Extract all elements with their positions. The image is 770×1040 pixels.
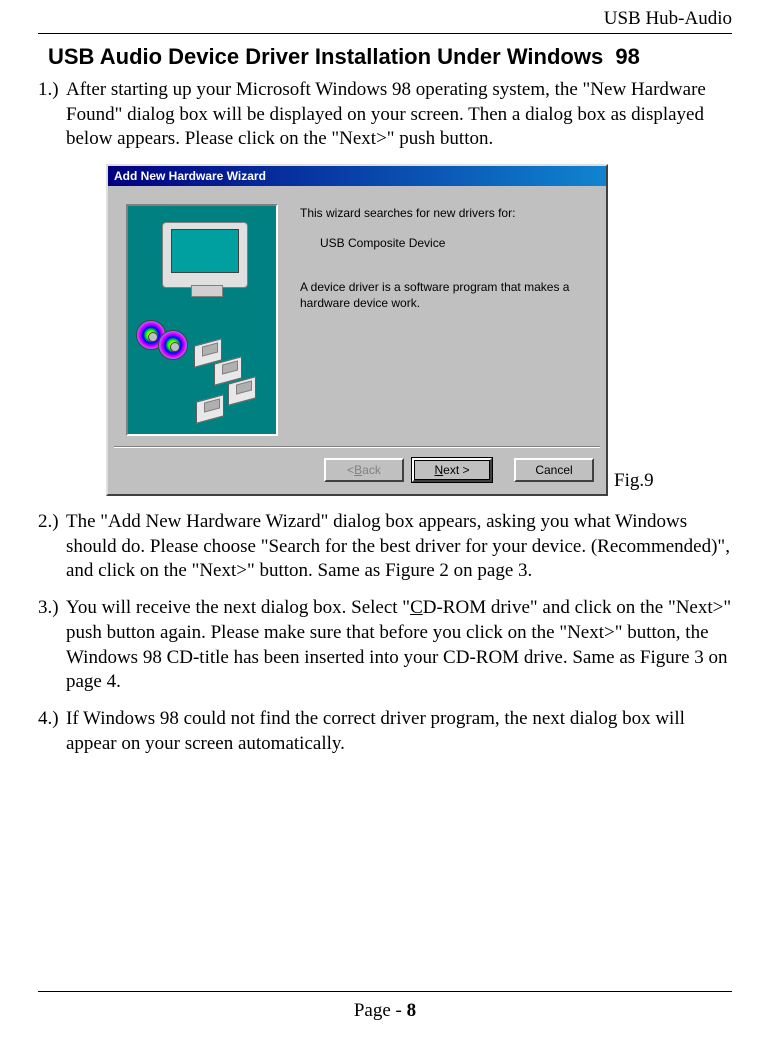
step-3-text: You will receive the next dialog box. Se… <box>66 596 732 695</box>
step-1-number: 1.) <box>38 78 66 152</box>
step-4-number: 4.) <box>38 707 66 756</box>
step-3: 3.) You will receive the next dialog box… <box>38 596 732 695</box>
wizard-graphic <box>126 204 278 436</box>
step-2-text: The "Add New Hardware Wizard" dialog box… <box>66 510 732 584</box>
floppy-icon <box>196 394 224 424</box>
step-3-number: 3.) <box>38 596 66 695</box>
figure-9: Add New Hardware Wizard This wizard sear… <box>106 164 732 496</box>
cd-icon <box>158 330 188 360</box>
step-2: 2.) The "Add New Hardware Wizard" dialog… <box>38 510 732 584</box>
header-rule <box>38 33 732 34</box>
step-2-number: 2.) <box>38 510 66 584</box>
footer-rule <box>38 991 732 992</box>
step-4-text: If Windows 98 could not find the correct… <box>66 707 732 756</box>
wizard-body: This wizard searches for new drivers for… <box>108 186 606 446</box>
monitor-icon <box>162 222 248 288</box>
cancel-button[interactable]: Cancel <box>514 458 594 482</box>
figure-label: Fig.9 <box>614 470 654 496</box>
step-1-text: After starting up your Microsoft Windows… <box>66 78 732 152</box>
wizard-line2: A device driver is a software program th… <box>300 280 588 311</box>
step-1: 1.) After starting up your Microsoft Win… <box>38 78 732 152</box>
page-footer: Page - 8 <box>0 1000 770 1022</box>
back-button[interactable]: < Back <box>324 458 404 482</box>
wizard-line1: This wizard searches for new drivers for… <box>300 206 588 220</box>
wizard-device: USB Composite Device <box>320 236 588 250</box>
step-4: 4.) If Windows 98 could not find the cor… <box>38 707 732 756</box>
header-label: USB Hub-Audio <box>38 8 732 30</box>
wizard-text: This wizard searches for new drivers for… <box>278 204 588 436</box>
wizard-buttons: < Back Next > Cancel <box>108 448 606 494</box>
wizard-dialog: Add New Hardware Wizard This wizard sear… <box>106 164 608 496</box>
next-button[interactable]: Next > <box>412 458 492 482</box>
page-title: USB Audio Device Driver Installation Und… <box>48 44 732 70</box>
wizard-titlebar: Add New Hardware Wizard <box>108 166 606 186</box>
